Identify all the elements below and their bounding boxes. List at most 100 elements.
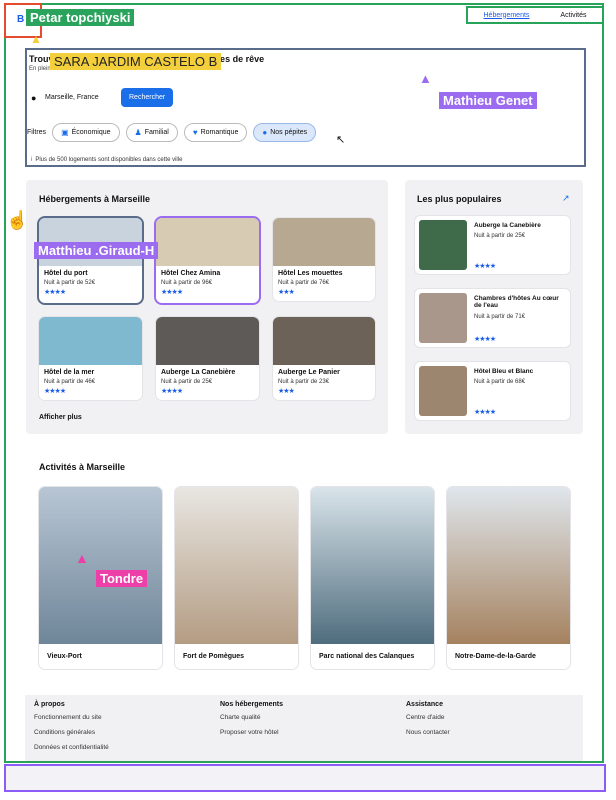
hotel-name: Hôtel Chez Amina	[161, 270, 221, 277]
hotel-name: Hôtel de la mer	[44, 369, 95, 376]
footer-col-assistance: Assistance Centre d'aide Nous contacter	[406, 701, 450, 744]
availability-note: i Plus de 500 logements sont disponibles …	[31, 157, 182, 163]
hotel-card[interactable]: Auberge Le Panier Nuit à partir de 23€ ★…	[273, 317, 375, 400]
filters-label: Filtres	[27, 129, 47, 136]
hotel-price: Nuit à partir de 23€	[278, 379, 330, 385]
activity-image	[175, 487, 298, 644]
hotel-name: Hôtel du port	[44, 270, 88, 277]
nav-activites[interactable]: Activités	[560, 12, 586, 19]
activity-card[interactable]: Notre-Dame-de-la-Garde	[447, 487, 570, 669]
filter-nos-pepites[interactable]: ● Nos pépites	[253, 123, 317, 142]
activity-image	[311, 487, 434, 644]
hotel-stars: ★★★	[278, 388, 295, 395]
flame-icon: ●	[262, 128, 268, 137]
popular-name: Hôtel Bleu et Blanc	[474, 368, 534, 375]
hotel-image	[273, 218, 375, 266]
popular-name: Auberge la Canebière	[474, 222, 541, 229]
hotel-name: Hôtel Les mouettes	[278, 270, 343, 277]
chart-icon[interactable]: ↗	[562, 193, 570, 204]
popular-price: Nuit à partir de 68€	[474, 379, 526, 385]
footer-link[interactable]: Charte qualité	[220, 714, 283, 721]
populaires-title: Les plus populaires	[417, 194, 502, 204]
filter-romantique[interactable]: ♥ Romantique	[183, 123, 248, 142]
search-button[interactable]: Rechercher	[121, 88, 174, 107]
collaborator-tag-matthieu-giraud: Matthieu .Giraud-H	[34, 242, 159, 259]
popular-stars: ★★★★	[474, 409, 496, 416]
activity-card[interactable]: Parc national des Calanques	[311, 487, 434, 669]
footer-link[interactable]: Proposer votre hôtel	[220, 729, 283, 736]
location-pin-icon: ●	[31, 92, 37, 103]
footer-heading: Nos hébergements	[220, 701, 284, 708]
availability-text: Plus de 500 logements sont disponibles d…	[35, 157, 183, 163]
cursor-arrow-icon: ▲	[75, 550, 89, 566]
footer-col-hebergements: Nos hébergements Charte qualité Proposer…	[220, 701, 283, 744]
activity-image	[447, 487, 570, 644]
hotel-card[interactable]: Hôtel de la mer Nuit à partir de 46€ ★★★…	[39, 317, 142, 400]
hotel-stars: ★★★	[278, 289, 295, 296]
activity-name: Fort de Pomègues	[183, 653, 245, 660]
footer-link[interactable]: Fonctionnement du site	[34, 714, 109, 721]
filter-economique[interactable]: ▣ Économique	[52, 123, 120, 142]
filters-row: Filtres ▣ Économique ♟ Familial ♥ Romantiqu…	[27, 123, 317, 142]
nav-hebergements[interactable]: Hébergements	[484, 12, 530, 19]
hotel-card[interactable]: Auberge La Canebière Nuit à partir de 25…	[156, 317, 259, 400]
popular-price: Nuit à partir de 71€	[474, 314, 526, 320]
mouse-pointer-icon: ↖	[336, 134, 346, 146]
filter-label: Romantique	[200, 129, 239, 136]
footer-link[interactable]: Nous contacter	[406, 729, 450, 736]
hotel-image	[273, 317, 375, 365]
footer-link[interactable]: Centre d'aide	[406, 714, 450, 721]
popular-card[interactable]: Auberge la Canebière Nuit à partir de 25…	[415, 216, 570, 274]
hotel-stars: ★★★★	[161, 289, 183, 296]
top-nav: Hébergements Activités	[466, 6, 604, 24]
site-logo[interactable]: B	[17, 14, 24, 25]
footer-heading: Assistance	[406, 701, 443, 708]
popular-price: Nuit à partir de 25€	[474, 233, 526, 239]
city-input[interactable]: Marseille, France	[45, 94, 121, 101]
activity-card[interactable]: Fort de Pomègues	[175, 487, 298, 669]
footer: À propos Fonctionnement du site Conditio…	[25, 695, 583, 761]
hand-cursor-icon: ☝	[6, 210, 29, 230]
filter-label: Familial	[144, 129, 169, 136]
hebergements-title: Hébergements à Marseille	[39, 194, 151, 204]
cursor-arrow-icon: ▲	[419, 71, 432, 86]
hotel-image	[156, 317, 259, 365]
money-icon: ▣	[61, 128, 69, 137]
collaborator-tag-sara: SARA JARDIM CASTELO B	[50, 53, 222, 70]
hotel-card[interactable]: Hôtel Chez Amina Nuit à partir de 96€ ★★…	[156, 218, 259, 303]
person-icon: ♟	[134, 128, 142, 137]
activity-name: Vieux-Port	[47, 653, 82, 660]
hotel-stars: ★★★★	[44, 289, 66, 296]
collaborator-tag-tondre: Tondre	[96, 570, 148, 587]
hotel-image	[156, 218, 259, 266]
activity-image	[39, 487, 162, 644]
hotel-stars: ★★★★	[44, 388, 66, 395]
hotel-image	[39, 317, 142, 365]
filter-label: Nos pépites	[270, 129, 308, 136]
annotation-frame-purple	[4, 764, 606, 792]
heart-icon: ♥	[192, 128, 198, 137]
popular-image	[419, 366, 467, 416]
footer-link[interactable]: Données et confidentialité	[34, 744, 109, 751]
info-icon: i	[31, 157, 33, 163]
search-row: ● Marseille, France Rechercher	[31, 88, 174, 107]
activites-title: Activités à Marseille	[39, 462, 126, 472]
footer-link[interactable]: Conditions générales	[34, 729, 109, 736]
collaborator-tag-mathieu-genet: Mathieu Genet	[439, 92, 537, 109]
filter-label: Économique	[71, 129, 111, 136]
footer-col-apropos: À propos Fonctionnement du site Conditio…	[34, 701, 109, 759]
activity-name: Parc national des Calanques	[319, 653, 415, 660]
filter-familial[interactable]: ♟ Familial	[125, 123, 178, 142]
popular-image	[419, 293, 467, 343]
popular-card[interactable]: Chambres d'hôtes Au cœur de l'eau Nuit à…	[415, 289, 570, 347]
popular-name: Chambres d'hôtes Au cœur de l'eau	[474, 295, 559, 309]
hotel-card[interactable]: Hôtel Les mouettes Nuit à partir de 76€ …	[273, 218, 375, 301]
footer-heading: À propos	[34, 701, 65, 708]
activity-name: Notre-Dame-de-la-Garde	[455, 653, 536, 660]
show-more-link[interactable]: Afficher plus	[39, 414, 82, 421]
popular-card[interactable]: Hôtel Bleu et Blanc Nuit à partir de 68€…	[415, 362, 570, 420]
hotel-card[interactable]: Hôtel du port Nuit à partir de 52€ ★★★★	[39, 218, 142, 303]
popular-image	[419, 220, 467, 270]
hotel-price: Nuit à partir de 76€	[278, 280, 330, 286]
hotel-name: Auberge Le Panier	[278, 369, 340, 376]
